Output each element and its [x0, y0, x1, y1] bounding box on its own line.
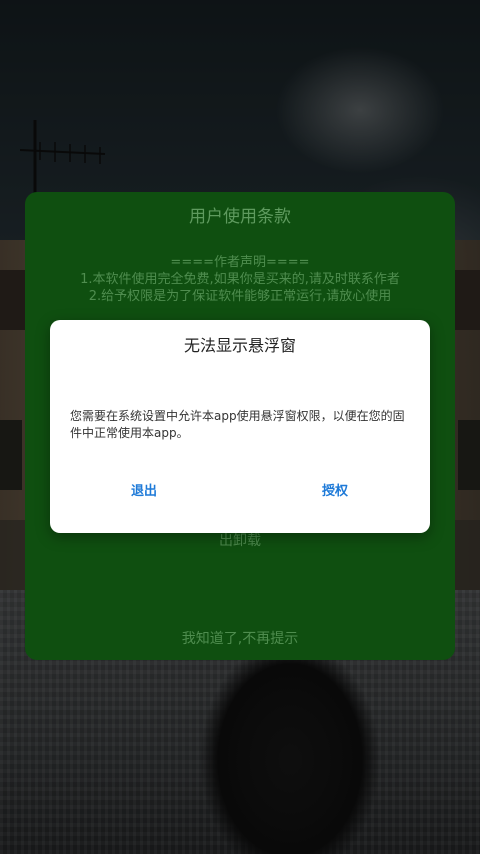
dialog-message: 您需要在系统设置中允许本app使用悬浮窗权限，以便在您的固件中正常使用本app。	[70, 409, 405, 440]
overlay-permission-dialog: 无法显示悬浮窗 您需要在系统设置中允许本app使用悬浮窗权限，以便在您的固件中正…	[50, 320, 430, 533]
terms-body: ====作者声明==== 1.本软件使用完全免费,如果你是买来的,请及时联系作者…	[25, 254, 455, 305]
terms-partial-text: 出卸载	[219, 533, 261, 549]
exit-button[interactable]: 退出	[84, 480, 204, 499]
terms-line: ====作者声明====	[170, 255, 310, 270]
terms-title: 用户使用条款	[189, 207, 291, 227]
authorize-button[interactable]: 授权	[275, 480, 395, 499]
terms-line: 1.本软件使用完全免费,如果你是买来的,请及时联系作者	[80, 272, 400, 287]
dialog-title: 无法显示悬浮窗	[183, 336, 296, 355]
dont-show-again-button[interactable]: 我知道了,不再提示	[25, 628, 455, 648]
terms-line: 2.给予权限是为了保证软件能够正常运行,请放心使用	[88, 289, 392, 304]
